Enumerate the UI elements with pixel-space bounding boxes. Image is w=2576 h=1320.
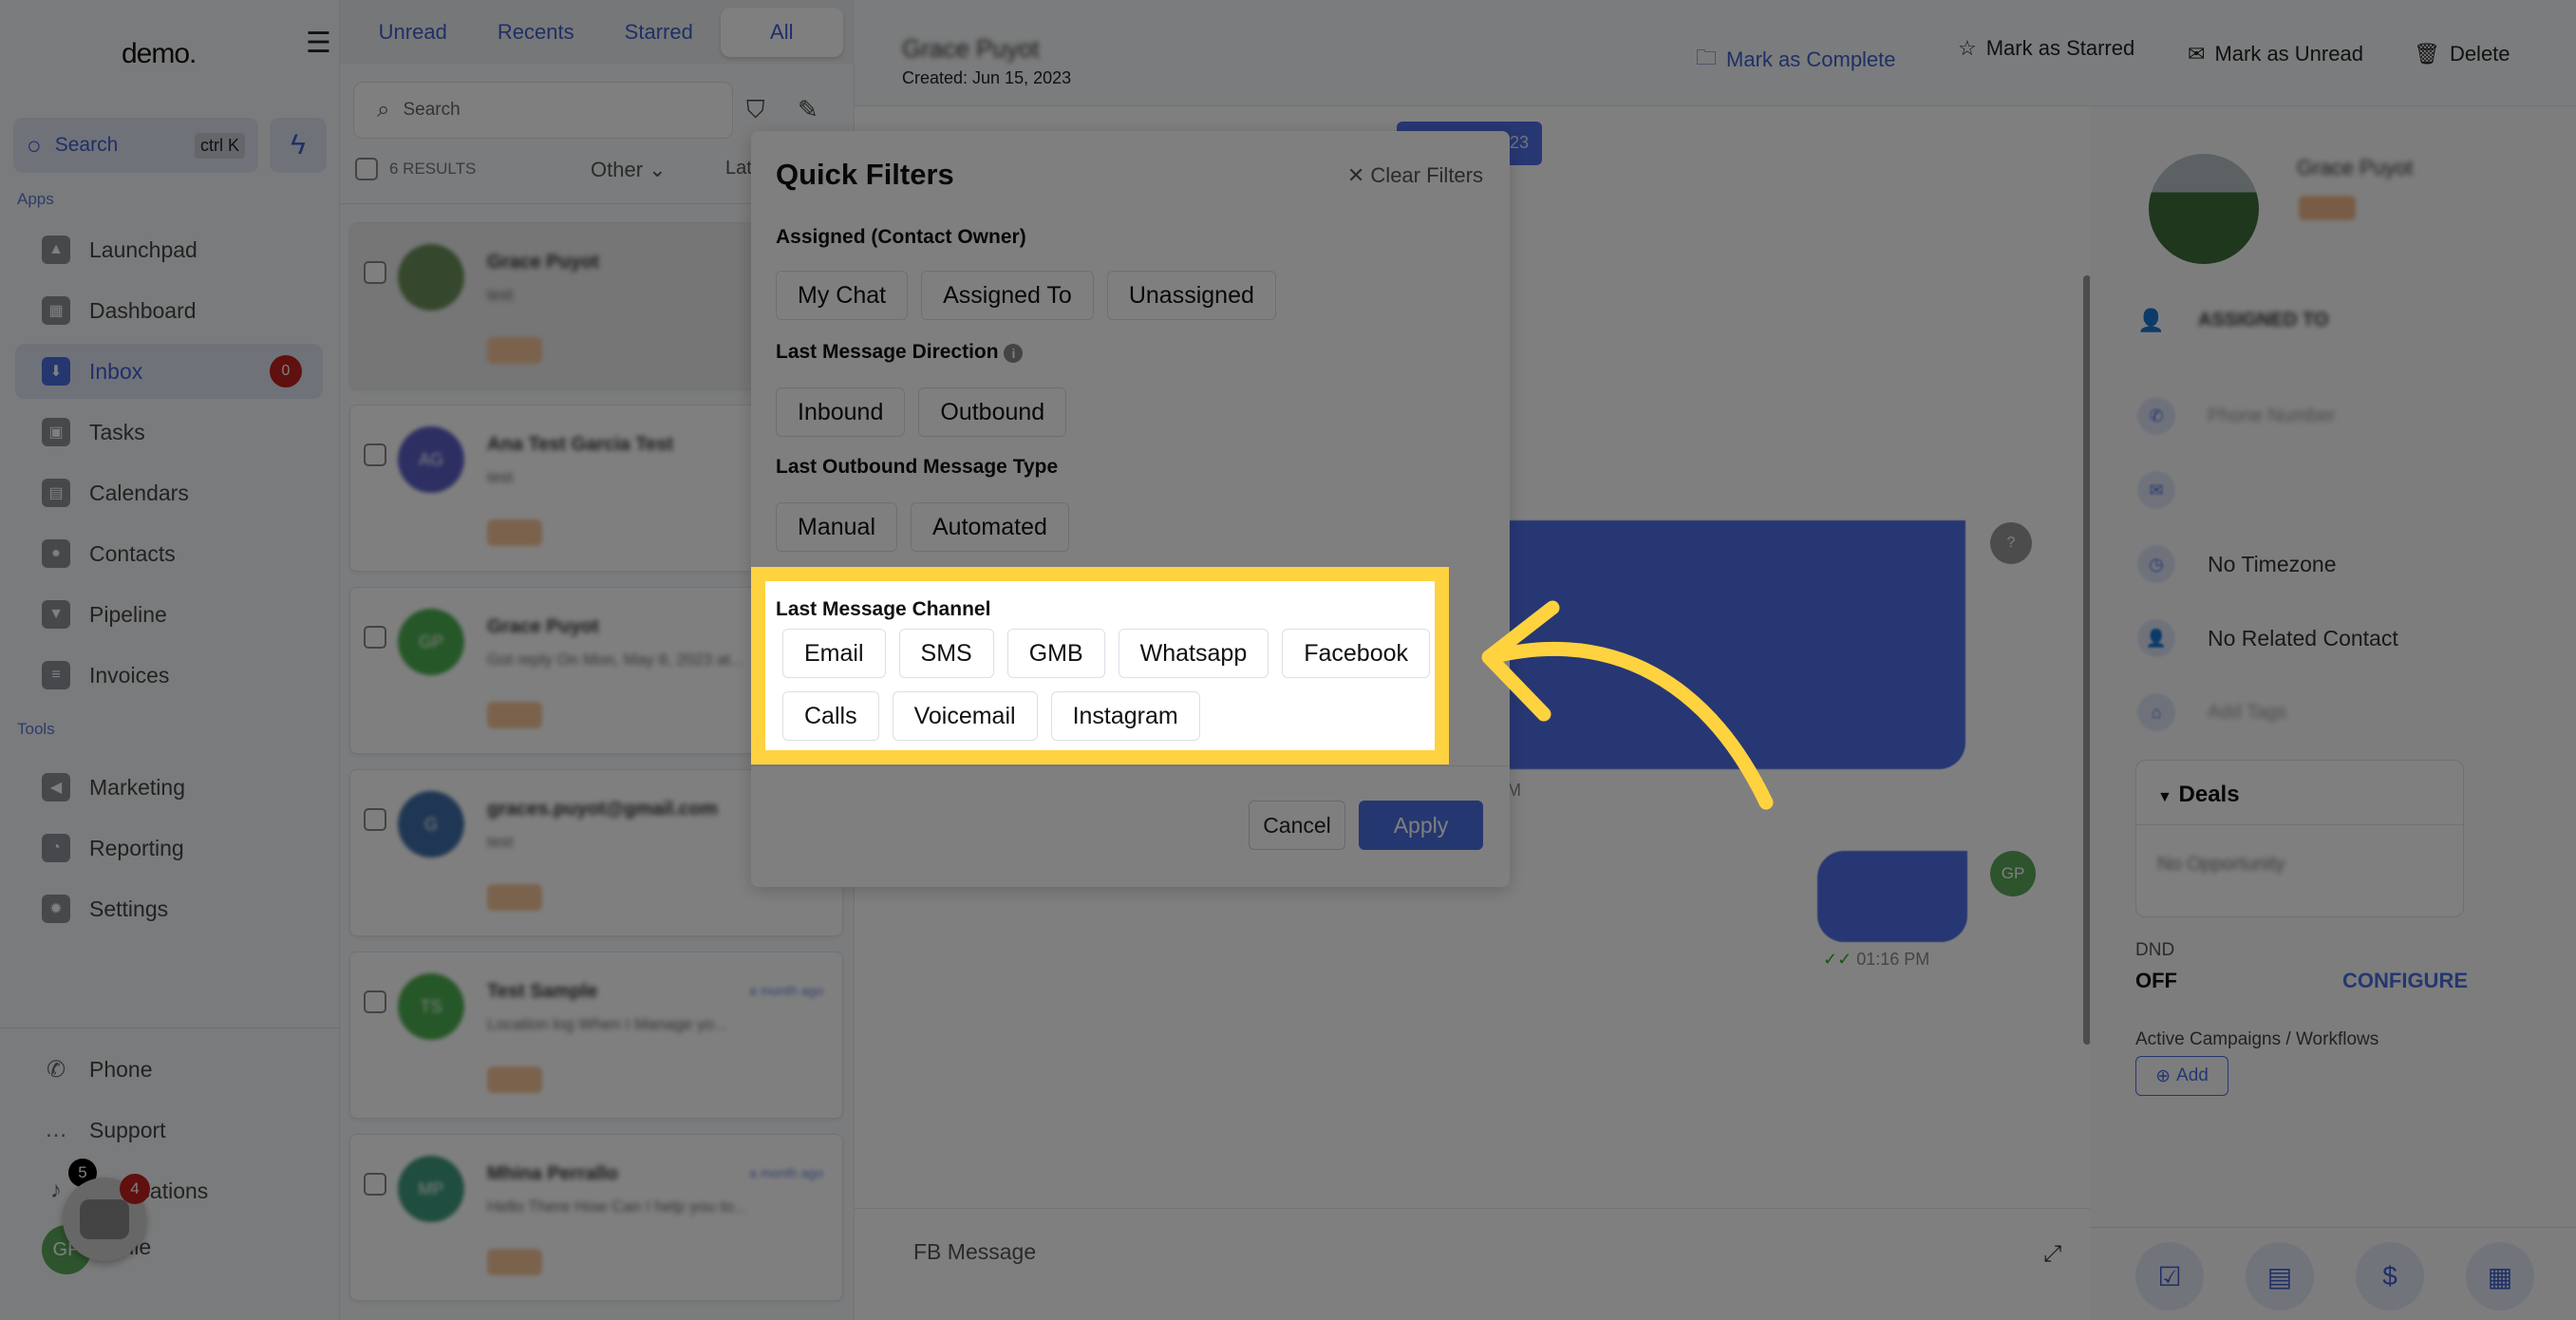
arrow-shaft — [1483, 642, 1774, 810]
arrow-head — [1481, 600, 1560, 722]
annotation-arrow — [1481, 600, 1774, 810]
